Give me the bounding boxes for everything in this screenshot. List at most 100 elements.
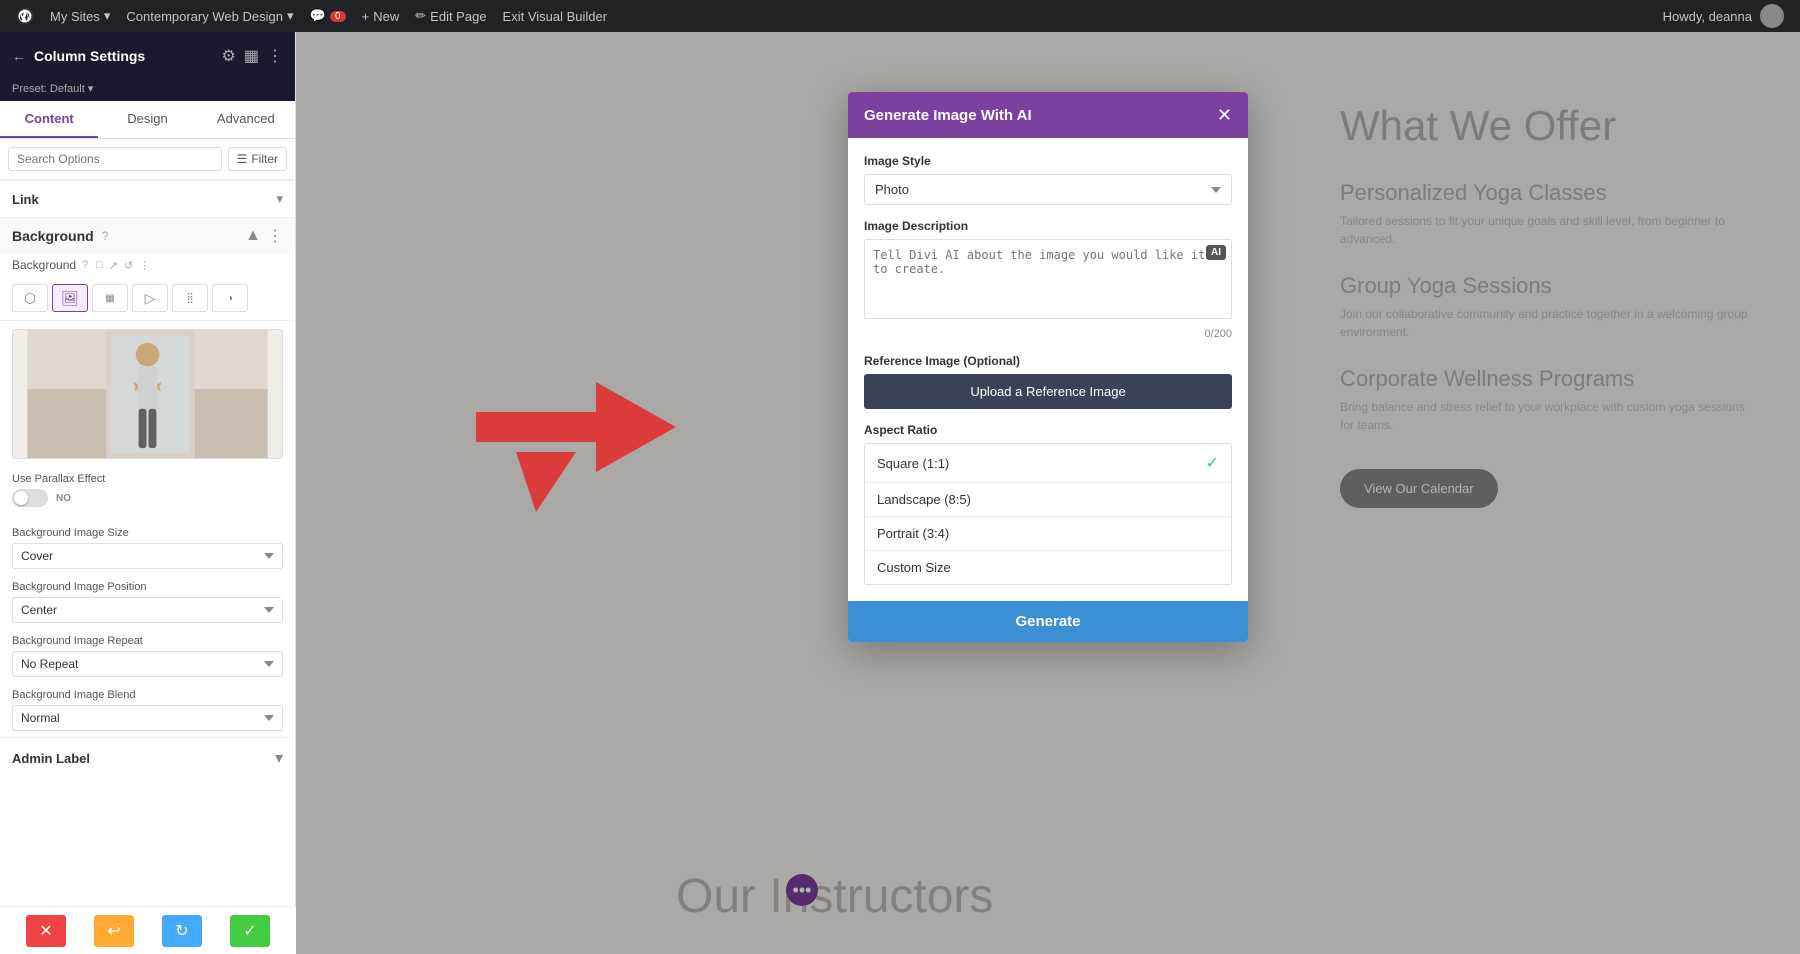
sidebar-header-actions: ⚙ ▦ ⋮ bbox=[222, 46, 283, 66]
bg-position-group: Background Image Position Center bbox=[0, 575, 295, 629]
site-name-menu[interactable]: Contemporary Web Design ▾ bbox=[118, 0, 301, 32]
aspect-square[interactable]: Square (1:1) ✓ bbox=[865, 444, 1231, 483]
generate-button[interactable]: Generate bbox=[848, 601, 1248, 642]
bg-repeat-select[interactable]: No Repeat bbox=[12, 651, 283, 677]
arrow-annotation bbox=[476, 352, 676, 517]
wp-logo[interactable] bbox=[8, 0, 42, 32]
bg-repeat-label: Background Image Repeat bbox=[12, 635, 283, 647]
generate-image-modal: Generate Image With AI ✕ Image Style Pho… bbox=[848, 92, 1248, 642]
tab-design[interactable]: Design bbox=[98, 101, 196, 138]
image-description-textarea[interactable] bbox=[864, 239, 1232, 319]
sidebar-title-group: ← Column Settings bbox=[12, 48, 145, 64]
exit-builder-label: Exit Visual Builder bbox=[503, 9, 608, 24]
aspect-portrait[interactable]: Portrait (3:4) bbox=[865, 517, 1231, 551]
ai-badge: AI bbox=[1206, 245, 1226, 260]
background-type-icons: ⬡ 🖼 ▦ ▷ ⣿ ◑ bbox=[0, 280, 295, 321]
modal-title: Generate Image With AI bbox=[864, 107, 1032, 124]
admin-label-header[interactable]: Admin Label ▾ bbox=[0, 738, 295, 778]
save-button[interactable]: ✓ bbox=[230, 915, 270, 947]
sidebar-content: Link ▾ Background ? ▲ ⋮ bbox=[0, 180, 295, 954]
background-controls: Background ? □ ↗ ↺ ⋮ bbox=[0, 254, 295, 280]
bg-label: Background bbox=[12, 258, 76, 272]
bg-position-label: Background Image Position bbox=[12, 581, 283, 593]
bg-more-icon[interactable]: ⋮ bbox=[267, 226, 283, 246]
tab-content[interactable]: Content bbox=[0, 101, 98, 138]
upload-reference-button[interactable]: Upload a Reference Image bbox=[864, 374, 1232, 409]
parallax-toggle[interactable] bbox=[12, 489, 48, 507]
bg-info-icon[interactable]: ? bbox=[82, 259, 88, 271]
filter-button[interactable]: ☰ Filter bbox=[228, 147, 287, 171]
website-preview: What We Offer Personalized Yoga Classes … bbox=[296, 32, 1800, 954]
bg-blend-label: Background Image Blend bbox=[12, 689, 283, 701]
user-menu[interactable]: Howdy, deanna bbox=[1655, 0, 1792, 32]
bg-type-color[interactable]: ⬡ bbox=[12, 284, 48, 312]
bottom-toolbar: ✕ ↩ ↻ ✓ bbox=[0, 906, 296, 954]
bg-type-gradient[interactable]: ▦ bbox=[92, 284, 128, 312]
link-section: Link ▾ bbox=[0, 180, 295, 217]
admin-bar: My Sites ▾ Contemporary Web Design ▾ 💬 0… bbox=[0, 0, 1800, 32]
cancel-button[interactable]: ✕ bbox=[26, 915, 66, 947]
sidebar: ← Column Settings ⚙ ▦ ⋮ Preset: Default … bbox=[0, 32, 296, 954]
tab-advanced[interactable]: Advanced bbox=[197, 101, 295, 138]
modal-overlay[interactable]: Generate Image With AI ✕ Image Style Pho… bbox=[296, 32, 1800, 954]
main-layout: ← Column Settings ⚙ ▦ ⋮ Preset: Default … bbox=[0, 32, 1800, 954]
admin-label-section: Admin Label ▾ bbox=[0, 737, 295, 778]
link-section-label: Link bbox=[12, 192, 39, 207]
modal-body: Image Style Photo Image Description AI 0… bbox=[848, 138, 1248, 601]
link-chevron-icon: ▾ bbox=[276, 191, 283, 207]
bg-type-video[interactable]: ▷ bbox=[132, 284, 168, 312]
bg-collapse-icon[interactable]: ▲ bbox=[245, 227, 261, 245]
more-icon[interactable]: ⋮ bbox=[267, 46, 283, 66]
aspect-custom[interactable]: Custom Size bbox=[865, 551, 1231, 584]
bg-help-icon[interactable]: ? bbox=[102, 229, 109, 243]
undo-button[interactable]: ↩ bbox=[94, 915, 134, 947]
bg-type-mask[interactable]: ◑ bbox=[212, 284, 248, 312]
comments-item[interactable]: 💬 0 bbox=[301, 0, 353, 32]
bg-size-select[interactable]: Cover bbox=[12, 543, 283, 569]
user-label: Howdy, deanna bbox=[1663, 9, 1752, 24]
redo-button[interactable]: ↻ bbox=[162, 915, 202, 947]
new-item[interactable]: + New bbox=[354, 0, 408, 32]
bg-type-pattern[interactable]: ⣿ bbox=[172, 284, 208, 312]
modal-close-button[interactable]: ✕ bbox=[1217, 106, 1232, 124]
bg-blend-group: Background Image Blend Normal bbox=[0, 683, 295, 737]
background-section-header: Background ? ▲ ⋮ bbox=[0, 218, 295, 254]
bg-blend-select[interactable]: Normal bbox=[12, 705, 283, 731]
reference-image-label: Reference Image (Optional) bbox=[864, 354, 1232, 368]
bg-size-label: Background Image Size bbox=[12, 527, 283, 539]
bg-type-image[interactable]: 🖼 bbox=[52, 284, 88, 312]
bg-dots-icon[interactable]: ⋮ bbox=[139, 259, 150, 272]
comments-badge: 0 bbox=[330, 11, 346, 22]
exit-builder-item[interactable]: Exit Visual Builder bbox=[495, 0, 616, 32]
background-image-preview bbox=[12, 329, 283, 459]
sidebar-header: ← Column Settings ⚙ ▦ ⋮ bbox=[0, 32, 295, 80]
bg-arrow-icon[interactable]: ↗ bbox=[109, 259, 118, 272]
my-sites-label: My Sites bbox=[50, 9, 100, 24]
char-count: 0/200 bbox=[864, 328, 1232, 340]
bg-reset-icon[interactable]: ↺ bbox=[124, 259, 133, 272]
aspect-ratio-label: Aspect Ratio bbox=[864, 423, 1232, 437]
image-description-label: Image Description bbox=[864, 219, 1232, 233]
search-input[interactable] bbox=[8, 147, 222, 171]
layout-icon[interactable]: ▦ bbox=[244, 46, 259, 66]
bg-position-select[interactable]: Center bbox=[12, 597, 283, 623]
image-style-select[interactable]: Photo bbox=[864, 174, 1232, 205]
my-sites-menu[interactable]: My Sites ▾ bbox=[42, 0, 118, 32]
edit-page-item[interactable]: ✏ Edit Page bbox=[407, 0, 494, 32]
admin-label-chevron: ▾ bbox=[275, 748, 283, 768]
preset-label: Preset: Default ▾ bbox=[0, 80, 295, 101]
link-section-header[interactable]: Link ▾ bbox=[0, 181, 295, 217]
parallax-label: Use Parallax Effect bbox=[12, 473, 283, 485]
parallax-row: NO bbox=[12, 489, 283, 507]
parallax-value: NO bbox=[56, 493, 71, 504]
main-content: What We Offer Personalized Yoga Classes … bbox=[296, 32, 1800, 954]
back-icon[interactable]: ← bbox=[12, 48, 26, 64]
bg-copy-icon[interactable]: □ bbox=[96, 259, 103, 271]
modal-header: Generate Image With AI ✕ bbox=[848, 92, 1248, 138]
sync-icon[interactable]: ⚙ bbox=[222, 46, 236, 66]
image-style-label: Image Style bbox=[864, 154, 1232, 168]
edit-page-label: Edit Page bbox=[430, 9, 486, 24]
aspect-landscape[interactable]: Landscape (8:5) bbox=[865, 483, 1231, 517]
search-bar: ☰ Filter bbox=[0, 139, 295, 180]
background-section: Background ? ▲ ⋮ Background ? □ ↗ ↺ ⋮ bbox=[0, 217, 295, 737]
